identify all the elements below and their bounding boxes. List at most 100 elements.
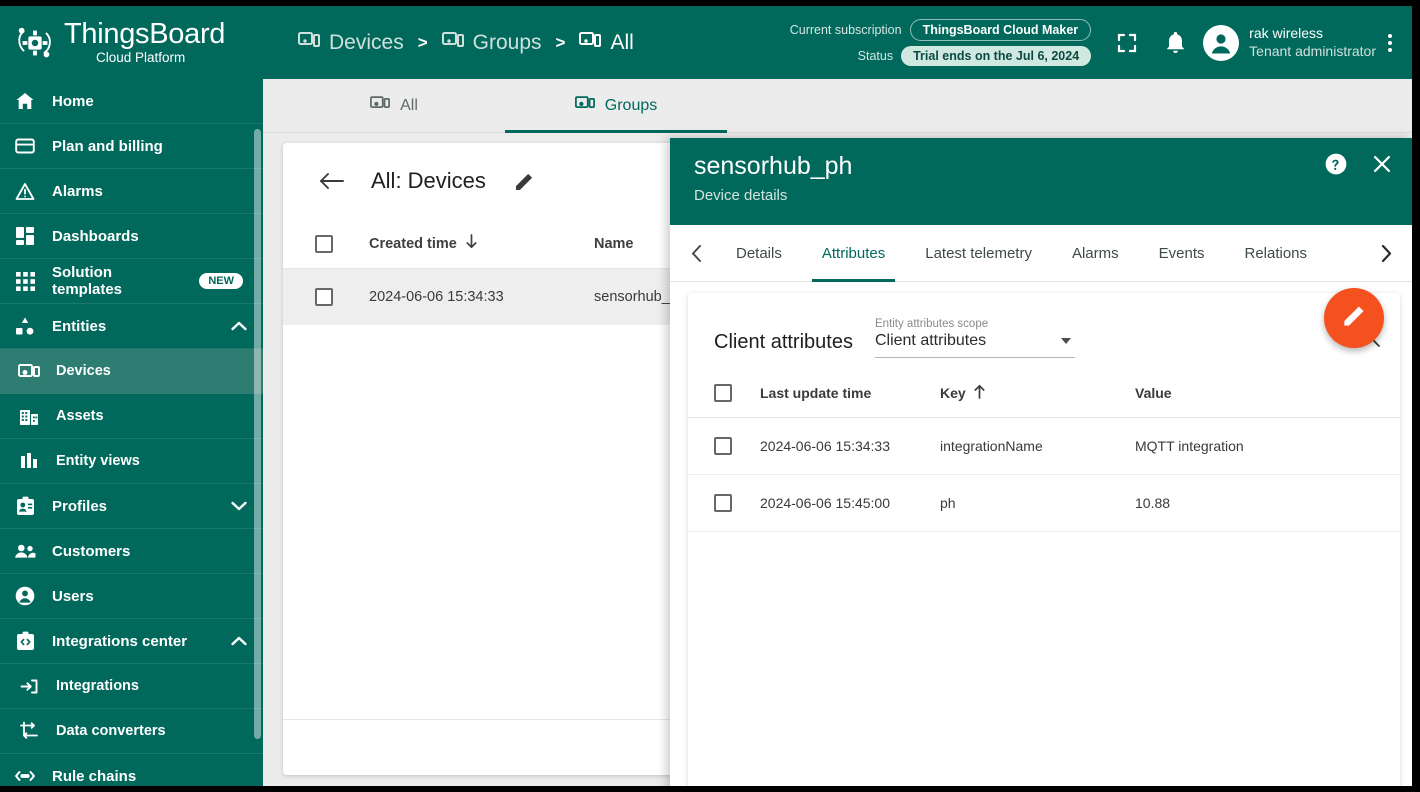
breadcrumb-item-devices[interactable]: Devices <box>298 31 404 55</box>
edit-device-fab[interactable] <box>1324 288 1384 348</box>
tab-label: Alarms <box>1071 244 1119 262</box>
help-circle-icon[interactable] <box>1324 152 1348 176</box>
credit-card-icon <box>14 135 36 157</box>
home-icon <box>14 90 36 112</box>
tab-details[interactable]: Details <box>716 225 802 282</box>
table-row[interactable]: 2024-06-06 15:34:33 integrationName MQTT… <box>688 418 1400 475</box>
sidebar-item-entity-views[interactable]: Entity views <box>0 439 263 484</box>
sidebar-item-label: Assets <box>56 408 104 424</box>
sidebar-item-home[interactable]: Home <box>0 79 263 124</box>
data-converters-icon <box>18 720 40 742</box>
sidebar-item-dashboards[interactable]: Dashboards <box>0 214 263 259</box>
sidebar-item-alarms[interactable]: Alarms <box>0 169 263 214</box>
integrations-icon <box>18 675 40 697</box>
breadcrumb-item-groups[interactable]: Groups <box>441 30 542 55</box>
more-options-icon[interactable] <box>1380 33 1406 52</box>
column-label: Created time <box>369 235 457 252</box>
entity-attributes-scope-select[interactable]: Entity attributes scope Client attribute… <box>874 314 1075 358</box>
column-header-last-update-time[interactable]: Last update time <box>760 385 940 401</box>
device-details-header: sensorhub_ph Device details <box>670 138 1412 225</box>
fullscreen-icon[interactable] <box>1103 19 1151 67</box>
sidebar-item-label: Rule chains <box>52 767 137 785</box>
top-bar: ThingsBoard Cloud Platform Devices > Gro… <box>0 6 1412 79</box>
sidebar-item-label: Data converters <box>56 723 166 739</box>
breadcrumb-separator: > <box>555 32 566 52</box>
tab-label: Events <box>1158 244 1205 262</box>
device-details-actions <box>1324 152 1394 176</box>
row-checkbox[interactable] <box>315 288 333 306</box>
sidebar-item-devices[interactable]: Devices <box>0 349 263 394</box>
breadcrumb-item-all[interactable]: All <box>579 30 634 55</box>
select-all-checkbox[interactable] <box>714 383 732 402</box>
tab-groups[interactable]: Groups <box>505 79 727 133</box>
sidebar-item-assets[interactable]: Assets <box>0 394 263 439</box>
tab-label: All <box>400 96 418 114</box>
arrow-left-icon[interactable] <box>315 164 349 198</box>
table-row[interactable]: 2024-06-06 15:45:00 ph 10.88 <box>688 475 1400 532</box>
sidebar-item-users[interactable]: Users <box>0 574 263 619</box>
tab-relations[interactable]: Relations <box>1224 225 1327 282</box>
entity-views-icon <box>18 450 40 472</box>
application-window: ThingsBoard Cloud Platform Devices > Gro… <box>0 6 1412 786</box>
pencil-icon[interactable] <box>508 164 542 198</box>
main-content: All Groups All: Devices Created time Nam… <box>263 79 1412 786</box>
chevron-right-icon[interactable] <box>1366 244 1406 263</box>
breadcrumb-separator: > <box>417 32 428 52</box>
breadcrumb-label: Groups <box>472 30 542 54</box>
tab-label: Details <box>736 244 782 262</box>
cell-value: MQTT integration <box>1135 438 1244 454</box>
sidebar-item-label: Home <box>52 92 94 110</box>
sidebar-item-label: Integrations <box>56 678 139 694</box>
breadcrumb-label: All <box>610 30 634 54</box>
close-icon[interactable] <box>1370 152 1394 176</box>
tab-all[interactable]: All <box>283 79 505 133</box>
column-label: Key <box>940 384 966 401</box>
sidebar-item-label: Alarms <box>52 182 103 200</box>
sidebar-item-entities[interactable]: Entities <box>0 304 263 349</box>
brand-logo-area[interactable]: ThingsBoard Cloud Platform <box>0 6 263 79</box>
subscription-plan-chip[interactable]: ThingsBoard Cloud Maker <box>909 19 1092 41</box>
chevron-up-icon[interactable] <box>231 636 247 646</box>
column-header-created-time[interactable]: Created time <box>369 234 594 253</box>
tab-label: Latest telemetry <box>925 244 1032 262</box>
attributes-toolbar: Client attributes Entity attributes scop… <box>688 293 1400 368</box>
sidebar-item-label: Plan and billing <box>52 137 163 155</box>
thingsboard-logo-icon <box>14 22 56 64</box>
cell-key: ph <box>940 495 956 511</box>
status-badge[interactable]: Trial ends on the Jul 6, 2024 <box>901 46 1092 66</box>
sidebar-item-plan-and-billing[interactable]: Plan and billing <box>0 124 263 169</box>
sidebar-item-customers[interactable]: Customers <box>0 529 263 574</box>
chevron-up-icon[interactable] <box>231 321 247 331</box>
cell-key: integrationName <box>940 438 1043 454</box>
user-menu[interactable]: rak wireless Tenant administrator <box>1199 24 1380 61</box>
tab-alarms[interactable]: Alarms <box>1052 225 1139 282</box>
tab-attributes[interactable]: Attributes <box>802 225 905 282</box>
devices-icon <box>574 95 595 116</box>
sidebar-item-data-converters[interactable]: Data converters <box>0 709 263 754</box>
devices-icon <box>579 31 602 55</box>
customers-icon <box>14 540 36 562</box>
column-header-value[interactable]: Value <box>1135 385 1400 401</box>
tab-events[interactable]: Events <box>1139 225 1225 282</box>
chevron-down-icon[interactable] <box>231 501 247 511</box>
column-header-key[interactable]: Key <box>940 384 1135 402</box>
tab-latest-telemetry[interactable]: Latest telemetry <box>905 225 1052 282</box>
sidebar-item-integrations[interactable]: Integrations <box>0 664 263 709</box>
sidebar-item-solution-templates[interactable]: Solution templates NEW <box>0 259 263 304</box>
sidebar-scrollbar[interactable] <box>254 129 261 739</box>
sort-descending-icon <box>465 234 478 253</box>
sidebar-item-profiles[interactable]: Profiles <box>0 484 263 529</box>
row-checkbox[interactable] <box>714 494 732 512</box>
sidebar-item-rule-chains[interactable]: Rule chains <box>0 754 263 786</box>
sidebar-item-label: Users <box>52 587 94 605</box>
user-name: rak wireless <box>1249 25 1324 41</box>
chevron-down-icon <box>1060 338 1071 344</box>
sidebar-item-integrations-center[interactable]: Integrations center <box>0 619 263 664</box>
cell-value: 10.88 <box>1135 495 1171 511</box>
notifications-bell-icon[interactable] <box>1151 19 1199 67</box>
chevron-left-icon[interactable] <box>676 244 716 263</box>
select-all-checkbox[interactable] <box>315 234 333 253</box>
row-checkbox[interactable] <box>714 437 732 455</box>
tab-label: Groups <box>604 96 658 114</box>
integrations-center-icon <box>14 630 36 652</box>
